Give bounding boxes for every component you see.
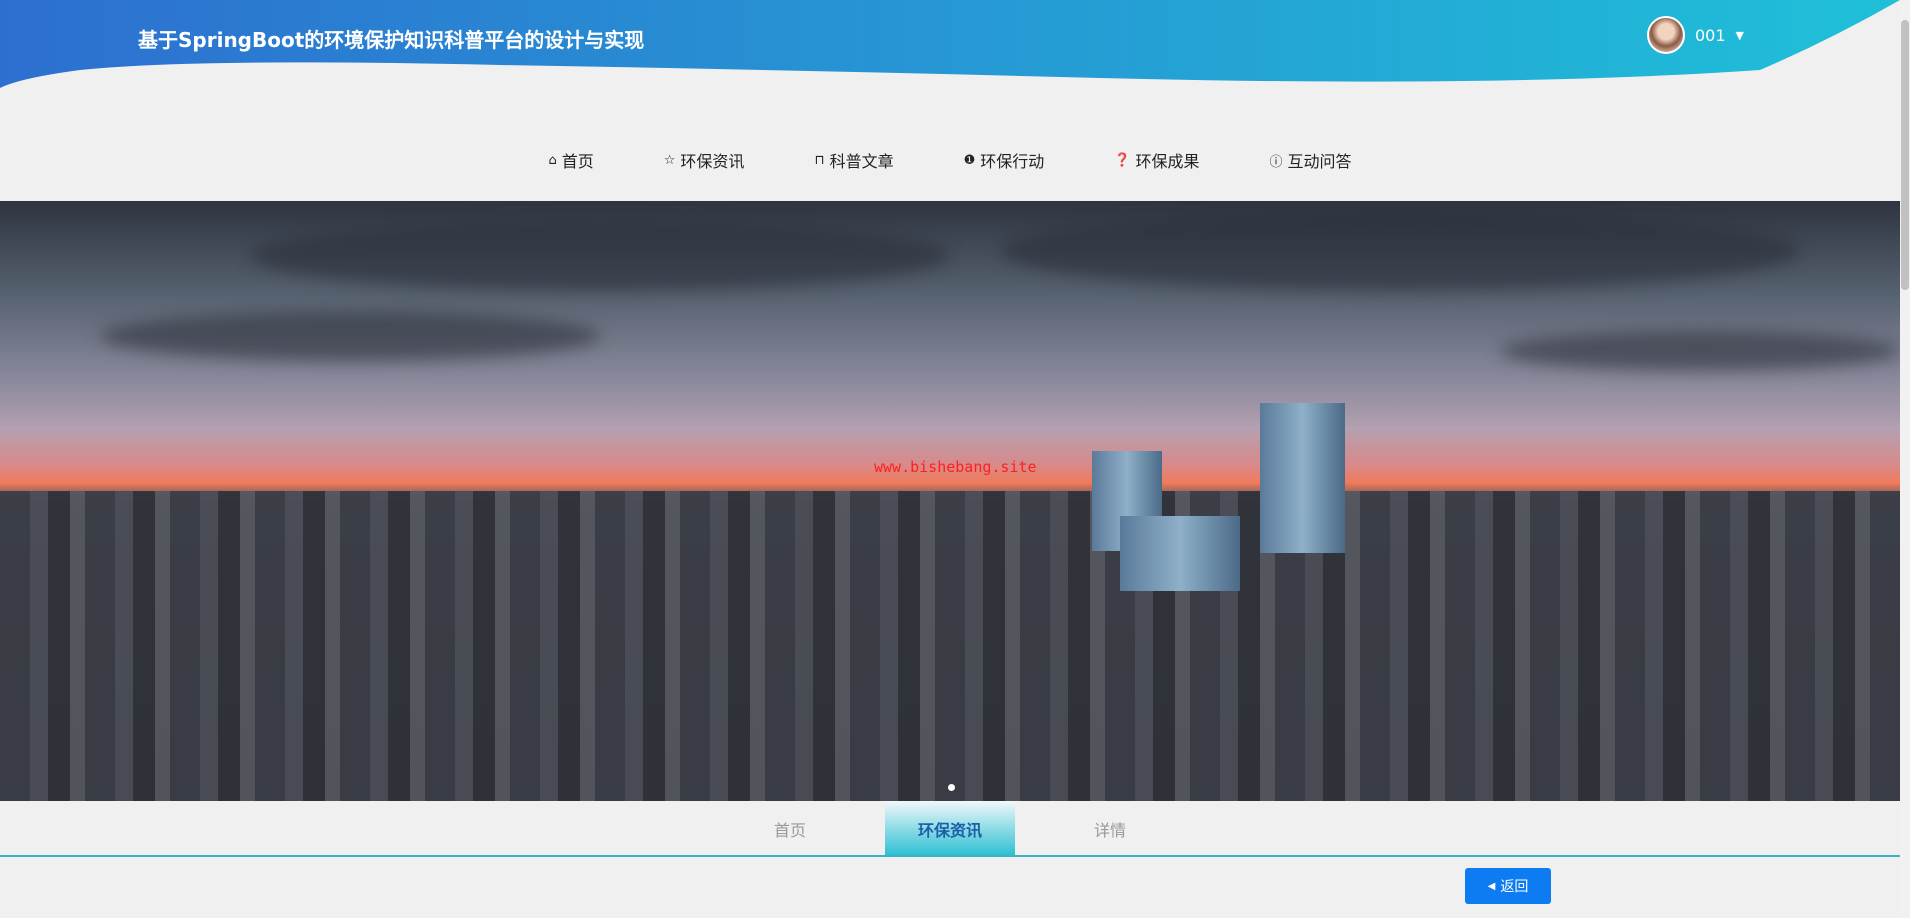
building: [1260, 403, 1345, 553]
exclamation-circle-icon: ❶: [963, 152, 976, 168]
nav-label: 科普文章: [829, 152, 894, 171]
nav-articles[interactable]: ⊓ 科普文章: [814, 148, 893, 172]
scrollbar[interactable]: [1900, 0, 1910, 918]
back-label: 返回: [1500, 879, 1529, 895]
username: 001: [1695, 25, 1726, 45]
building: [1120, 516, 1240, 591]
user-menu[interactable]: 001 ▼: [1647, 16, 1744, 54]
header: 基于SpringBoot的环境保护知识科普平台的设计与实现 001 ▼: [0, 0, 1900, 100]
main-nav: ⌂ 首页 ☆ 环保资讯 ⊓ 科普文章 ❶ 环保行动 ❓ 环保成果 ⓘ 互动问答: [0, 148, 1900, 172]
cloud: [250, 221, 950, 291]
nav-actions[interactable]: ❶ 环保行动: [964, 148, 1045, 172]
watermark: www.bishebang.site: [874, 458, 1037, 476]
nav-label: 首页: [561, 152, 594, 171]
bag-icon: ⊓: [814, 152, 825, 168]
star-icon: ☆: [663, 152, 676, 168]
nav-news[interactable]: ☆ 环保资讯: [664, 148, 745, 172]
scrollbar-thumb[interactable]: [1901, 20, 1909, 290]
banner-carousel[interactable]: www.bishebang.site: [0, 201, 1900, 801]
breadcrumb-news[interactable]: 环保资讯: [885, 801, 1015, 856]
nav-label: 环保行动: [980, 152, 1045, 171]
nav-label: 互动问答: [1287, 152, 1352, 171]
breadcrumb-detail: 详情: [1093, 820, 1126, 840]
site-title: 基于SpringBoot的环境保护知识科普平台的设计与实现: [138, 28, 645, 52]
info-circle-icon: ⓘ: [1269, 154, 1283, 170]
back-button[interactable]: ◀ 返回: [1465, 868, 1551, 904]
breadcrumb: 首页 环保资讯 详情: [0, 801, 1900, 856]
cloud: [100, 311, 600, 361]
city-skyline: [0, 491, 1900, 801]
cloud: [1500, 331, 1900, 371]
nav-label: 环保资讯: [680, 152, 745, 171]
nav-qa[interactable]: ⓘ 互动问答: [1269, 148, 1351, 172]
home-icon: ⌂: [548, 152, 557, 168]
avatar: [1647, 16, 1685, 54]
carousel-indicator[interactable]: [948, 784, 955, 791]
nav-label: 环保成果: [1135, 152, 1200, 171]
nav-results[interactable]: ❓ 环保成果: [1114, 148, 1199, 172]
caret-left-icon: ◀: [1487, 880, 1496, 892]
question-circle-icon: ❓: [1114, 152, 1131, 168]
divider: [0, 855, 1900, 857]
chevron-down-icon: ▼: [1735, 28, 1745, 42]
nav-home[interactable]: ⌂ 首页: [548, 148, 593, 172]
cloud: [1000, 211, 1800, 291]
breadcrumb-home[interactable]: 首页: [725, 801, 855, 856]
